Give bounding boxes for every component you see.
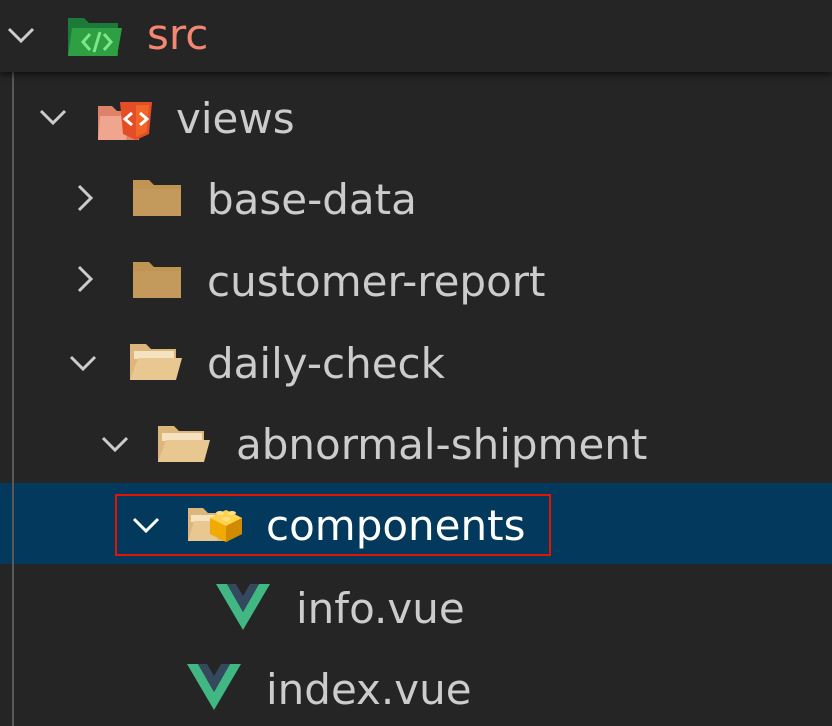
tree-item-daily-check[interactable]: daily-check	[0, 321, 832, 402]
tree-item-base-data[interactable]: base-data	[0, 159, 832, 240]
tree-item-src[interactable]: src	[0, 0, 832, 72]
chevron-down-icon[interactable]	[6, 20, 36, 50]
tree-item-label: info.vue	[296, 584, 465, 633]
tree-item-views[interactable]: views	[0, 78, 832, 159]
chevron-right-icon[interactable]	[70, 264, 100, 294]
folder-src-open-icon	[66, 10, 124, 60]
tree-item-label: abnormal-shipment	[236, 420, 648, 469]
tree-item-info-vue[interactable]: info.vue	[0, 564, 832, 645]
folder-views-open-icon	[96, 96, 156, 146]
tree-item-label: daily-check	[207, 339, 445, 388]
selection-highlight-box	[115, 494, 551, 556]
vue-icon	[187, 664, 241, 710]
tree-item-label: index.vue	[266, 665, 472, 714]
tree-item-label: customer-report	[207, 257, 546, 306]
tree-item-abnormal-shipment[interactable]: abnormal-shipment	[0, 402, 832, 483]
tree-item-label: views	[176, 94, 295, 143]
tree-item-label: base-data	[207, 175, 417, 224]
folder-closed-icon	[132, 177, 182, 219]
vue-icon	[216, 584, 270, 630]
file-explorer-tree: src views base-data customer-report dail…	[0, 0, 832, 726]
chevron-right-icon[interactable]	[70, 183, 100, 213]
folder-closed-icon	[132, 259, 182, 301]
chevron-down-icon[interactable]	[100, 429, 130, 459]
tree-item-index-vue[interactable]: index.vue	[0, 645, 832, 726]
chevron-down-icon[interactable]	[68, 348, 98, 378]
chevron-down-icon[interactable]	[38, 102, 68, 132]
tree-item-label: src	[147, 10, 209, 59]
tree-item-customer-report[interactable]: customer-report	[0, 240, 832, 321]
folder-open-icon	[156, 422, 212, 466]
indent-guide	[12, 72, 14, 726]
folder-open-icon	[128, 340, 184, 384]
